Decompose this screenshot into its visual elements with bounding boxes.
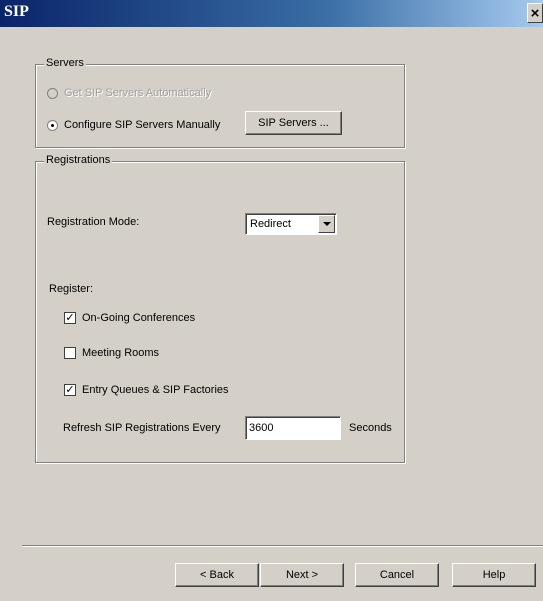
servers-group: Servers <box>35 57 405 148</box>
registration-mode-label: Registration Mode: <box>47 216 140 228</box>
footer-separator <box>22 545 543 547</box>
cancel-button[interactable]: Cancel <box>355 563 439 587</box>
radio-indicator <box>47 87 58 99</box>
back-button-label: < Back <box>200 569 234 581</box>
configure-sip-servers-manually-radio[interactable]: Configure SIP Servers Manually <box>47 119 220 131</box>
cancel-button-label: Cancel <box>379 569 415 581</box>
help-button[interactable]: Help <box>452 563 536 587</box>
radio-label: Get SIP Servers Automatically <box>64 87 212 99</box>
registration-mode-value: Redirect <box>250 218 291 230</box>
registration-mode-select[interactable]: Redirect <box>245 213 337 235</box>
get-sip-servers-auto-radio[interactable]: Get SIP Servers Automatically <box>47 87 211 99</box>
refresh-units-label: Seconds <box>349 422 392 434</box>
radio-indicator <box>47 119 58 131</box>
checkbox-label: On-Going Conferences <box>82 312 196 324</box>
register-label: Register: <box>49 283 94 295</box>
servers-group-label: Servers <box>44 57 86 69</box>
checkbox-label: Meeting Rooms <box>82 347 160 359</box>
chevron-down-icon[interactable] <box>318 215 335 233</box>
radio-label: Configure SIP Servers Manually <box>64 119 221 131</box>
window-title: SIP <box>4 3 29 20</box>
refresh-interval-input[interactable] <box>245 416 341 440</box>
meeting-rooms-checkbox[interactable]: Meeting Rooms <box>64 347 159 359</box>
help-button-label: Help <box>482 569 506 581</box>
check-icon: ✓ <box>64 311 76 324</box>
close-button[interactable]: × <box>527 3 543 23</box>
title-bar[interactable]: SIP × <box>0 0 543 27</box>
ongoing-conferences-checkbox[interactable]: ✓ On-Going Conferences <box>64 312 195 324</box>
close-icon: × <box>530 4 540 22</box>
checkbox-indicator <box>64 347 76 359</box>
refresh-registrations-label: Refresh SIP Registrations Every <box>63 422 221 434</box>
back-button[interactable]: < Back <box>175 563 259 587</box>
sip-servers-button-label: SIP Servers ... <box>258 117 329 129</box>
next-button[interactable]: Next > <box>260 563 344 587</box>
next-button-label: Next > <box>285 569 319 581</box>
registrations-group-label: Registrations <box>44 154 113 166</box>
sip-servers-button[interactable]: SIP Servers ... <box>245 111 342 135</box>
sip-dialog: SIP × Servers Get SIP Servers Automatica… <box>0 0 543 601</box>
entry-queues-sip-factories-checkbox[interactable]: ✓ Entry Queues & SIP Factories <box>64 384 229 396</box>
checkbox-label: Entry Queues & SIP Factories <box>82 384 229 396</box>
check-icon: ✓ <box>64 383 76 396</box>
